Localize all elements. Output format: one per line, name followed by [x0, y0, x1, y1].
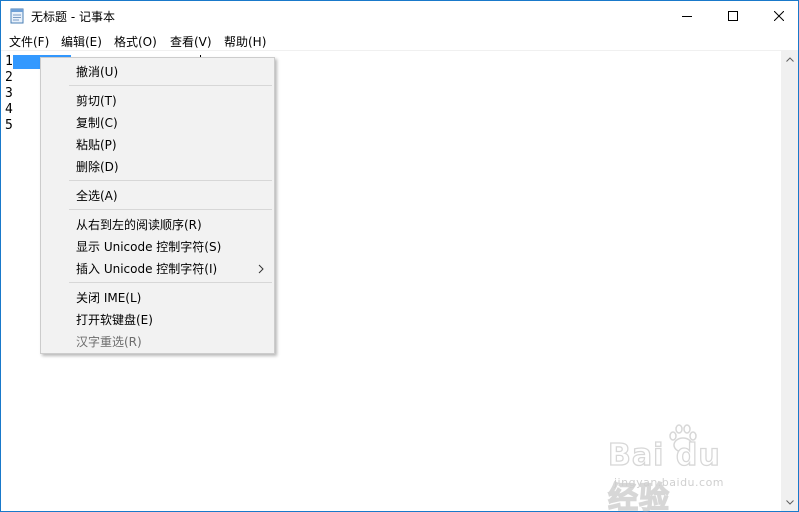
menu-item-show-unicode-control[interactable]: 显示 Unicode 控制字符(S) [76, 239, 221, 255]
menu-item-select-all[interactable]: 全选(A) [76, 188, 118, 204]
title-bar[interactable]: 无标题 - 记事本 [1, 1, 798, 31]
menu-item-copy[interactable]: 复制(C) [76, 115, 118, 131]
chevron-down-icon [785, 500, 794, 505]
menu-item-insert-unicode-control[interactable]: 插入 Unicode 控制字符(I) [76, 261, 217, 277]
text-line: 3 [5, 86, 13, 101]
menu-separator [69, 282, 272, 283]
menu-item-undo[interactable]: 撤消(U) [76, 64, 118, 80]
watermark-brand: Bai du 经验 [607, 437, 721, 512]
maximize-button[interactable] [710, 1, 756, 31]
close-icon [774, 11, 784, 21]
text-line: 1 [5, 54, 13, 69]
menu-item-cut[interactable]: 剪切(T) [76, 93, 117, 109]
chevron-up-icon [785, 57, 794, 62]
menu-item-paste[interactable]: 粘贴(P) [76, 137, 117, 153]
context-menu: 撤消(U) 剪切(T) 复制(C) 粘贴(P) 删除(D) 全选(A) 从右到左… [40, 57, 275, 354]
menu-item-close-ime[interactable]: 关闭 IME(L) [76, 290, 141, 306]
text-line: 2 [5, 70, 13, 85]
menu-bar: 文件(F) 编辑(E) 格式(O) 查看(V) 帮助(H) [1, 31, 798, 51]
menu-view[interactable]: 查看(V) [170, 33, 212, 50]
menu-item-soft-keyboard[interactable]: 打开软键盘(E) [76, 312, 153, 328]
window-title: 无标题 - 记事本 [31, 10, 115, 24]
text-line: 4 [5, 102, 13, 117]
menu-format[interactable]: 格式(O) [114, 33, 157, 50]
scroll-up-button[interactable] [781, 51, 798, 68]
chevron-right-icon [258, 264, 264, 274]
menu-separator [69, 85, 272, 86]
minimize-icon [682, 16, 692, 17]
menu-help[interactable]: 帮助(H) [224, 33, 266, 50]
menu-separator [69, 209, 272, 210]
menu-item-delete[interactable]: 删除(D) [76, 159, 119, 175]
text-line: 5 [5, 118, 13, 133]
vertical-scrollbar[interactable] [781, 51, 798, 511]
menu-item-rtl-reading-order[interactable]: 从右到左的阅读顺序(R) [76, 217, 202, 233]
baidu-jingyan-watermark: Bai du 经验 jingyan.baidu.com [607, 424, 758, 512]
minimize-button[interactable] [664, 1, 710, 31]
menu-separator [69, 180, 272, 181]
menu-edit[interactable]: 编辑(E) [61, 33, 102, 50]
close-button[interactable] [756, 1, 799, 31]
watermark-url: jingyan.baidu.com [614, 476, 725, 489]
maximize-icon [728, 11, 738, 21]
notepad-icon [10, 8, 24, 24]
menu-file[interactable]: 文件(F) [9, 33, 49, 50]
menu-item-reconversion: 汉字重选(R) [76, 335, 142, 349]
scroll-down-button[interactable] [781, 494, 798, 511]
